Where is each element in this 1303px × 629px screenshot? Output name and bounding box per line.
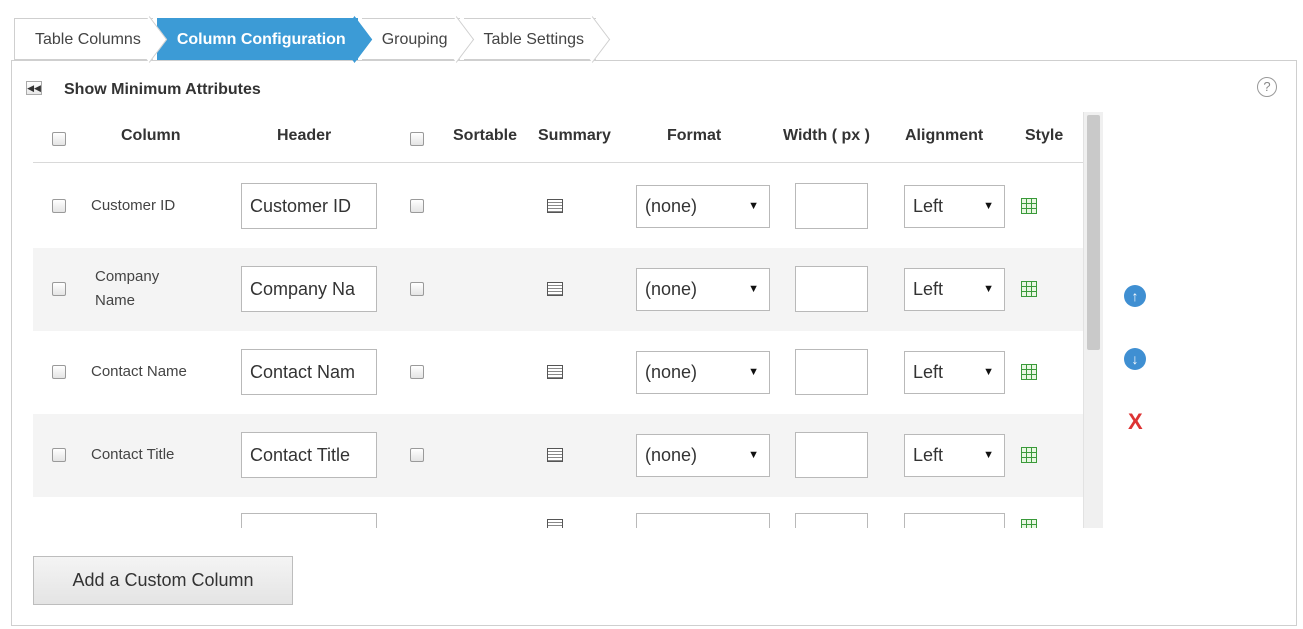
sortable-checkbox[interactable] [410, 365, 424, 379]
select-all-checkbox[interactable] [52, 132, 66, 146]
chevron-down-icon: ▼ [983, 449, 994, 461]
list-icon[interactable] [547, 365, 563, 379]
chevron-down-icon: ▼ [748, 283, 759, 295]
alignment-value: Left [913, 445, 944, 465]
list-icon[interactable] [547, 448, 563, 462]
grid-table-icon[interactable] [1021, 447, 1037, 463]
sortable-checkbox[interactable] [410, 448, 424, 462]
column-name: Customer ID [91, 197, 176, 214]
alignment-select[interactable]: Left ▼ [904, 434, 1005, 477]
grid-table-icon[interactable] [1021, 519, 1037, 528]
width-input[interactable] [795, 349, 868, 395]
row-select-checkbox[interactable] [52, 199, 66, 213]
chevron-down-icon: ▼ [748, 366, 759, 378]
column-header-width: Width ( px ) [783, 127, 870, 144]
width-input[interactable] [795, 266, 868, 312]
x-icon[interactable]: X [1128, 410, 1143, 434]
list-icon[interactable] [547, 282, 563, 296]
tab-table-columns[interactable]: Table Columns [14, 18, 153, 60]
format-value: (none) [645, 196, 698, 216]
format-value: (none) [645, 362, 698, 382]
format-value: (none) [645, 445, 698, 465]
format-select[interactable]: (none) ▼ [636, 268, 770, 311]
format-select[interactable]: (none) ▼ [636, 351, 770, 394]
sortable-all-checkbox[interactable] [410, 132, 424, 146]
column-header-header: Header [277, 127, 332, 144]
format-value: (none) [645, 279, 698, 299]
table-row: Company Name Company Na (none) ▼ Left ▼ [33, 248, 1083, 331]
chevron-down-icon: ▼ [748, 200, 759, 212]
header-input[interactable] [241, 513, 377, 528]
grid-table-icon[interactable] [1021, 364, 1037, 380]
show-minimum-attributes-link[interactable]: Show Minimum Attributes [64, 81, 261, 99]
row-select-checkbox[interactable] [52, 282, 66, 296]
list-icon[interactable] [547, 519, 563, 528]
column-header-sortable: Sortable [453, 127, 518, 144]
column-config-table: Column Header Sortable Summary Format Wi… [33, 113, 1103, 528]
tab-label: Table Settings [483, 31, 585, 48]
tab-label: Table Columns [35, 31, 141, 48]
double-left-arrow-icon[interactable]: ◀◀ [26, 81, 42, 95]
column-name: Company Name [95, 268, 160, 309]
question-circle-icon[interactable]: ? [1257, 77, 1277, 97]
arrow-down-circle-icon[interactable]: ↓ [1124, 348, 1146, 370]
tab-label: Column Configuration [176, 31, 346, 48]
table-row: Customer ID Customer ID (none) ▼ Left ▼ [33, 165, 1083, 248]
alignment-value: Left [913, 362, 944, 382]
alignment-select[interactable]: Left ▼ [904, 268, 1005, 311]
table-scrollbar[interactable] [1083, 112, 1103, 528]
header-input[interactable]: Customer ID [241, 183, 377, 229]
chevron-down-icon: ▼ [983, 283, 994, 295]
tab-label: Grouping [381, 31, 448, 48]
row-select-checkbox[interactable] [52, 365, 66, 379]
wizard-tabs: Table Columns Column Configuration Group… [14, 18, 600, 60]
tab-column-configuration[interactable]: Column Configuration [156, 18, 358, 60]
table-row [33, 497, 1083, 528]
format-select[interactable]: (none) ▼ [636, 185, 770, 228]
table-row: Contact Title Contact Title (none) ▼ Left… [33, 414, 1083, 497]
tab-table-settings[interactable]: Table Settings [463, 18, 597, 60]
width-input[interactable] [795, 432, 868, 478]
column-name: Contact Title [91, 446, 175, 463]
column-configuration-panel: ◀◀ Show Minimum Attributes ? Column Head… [11, 60, 1297, 626]
grid-table-icon[interactable] [1021, 198, 1037, 214]
column-header-alignment: Alignment [905, 127, 984, 144]
width-input[interactable] [795, 513, 868, 528]
sortable-checkbox[interactable] [410, 199, 424, 213]
chevron-down-icon: ▼ [983, 200, 994, 212]
table-row: Contact Name Contact Nam (none) ▼ Left ▼ [33, 331, 1083, 414]
alignment-select[interactable]: Left ▼ [904, 351, 1005, 394]
header-input[interactable]: Company Na [241, 266, 377, 312]
width-input[interactable] [795, 183, 868, 229]
alignment-select[interactable]: Left ▼ [904, 185, 1005, 228]
alignment-value: Left [913, 279, 944, 299]
alignment-value: Left [913, 196, 944, 216]
chevron-down-icon: ▼ [983, 366, 994, 378]
arrow-up-circle-icon[interactable]: ↑ [1124, 285, 1146, 307]
column-header-summary: Summary [538, 127, 611, 144]
column-name: Contact Name [91, 363, 187, 380]
column-header-format: Format [667, 127, 722, 144]
add-custom-column-button[interactable]: Add a Custom Column [33, 556, 293, 605]
sortable-checkbox[interactable] [410, 282, 424, 296]
scrollbar-thumb[interactable] [1087, 115, 1100, 350]
tab-grouping[interactable]: Grouping [361, 18, 460, 60]
header-input[interactable]: Contact Nam [241, 349, 377, 395]
column-header-style: Style [1025, 127, 1064, 144]
table-header: Column Header Sortable Summary Format Wi… [33, 113, 1083, 163]
column-header-column: Column [121, 127, 181, 144]
chevron-down-icon: ▼ [748, 449, 759, 461]
format-select[interactable]: (none) ▼ [636, 434, 770, 477]
list-icon[interactable] [547, 199, 563, 213]
row-select-checkbox[interactable] [52, 448, 66, 462]
header-input[interactable]: Contact Title [241, 432, 377, 478]
grid-table-icon[interactable] [1021, 281, 1037, 297]
format-select[interactable] [636, 513, 770, 528]
alignment-select[interactable] [904, 513, 1005, 528]
